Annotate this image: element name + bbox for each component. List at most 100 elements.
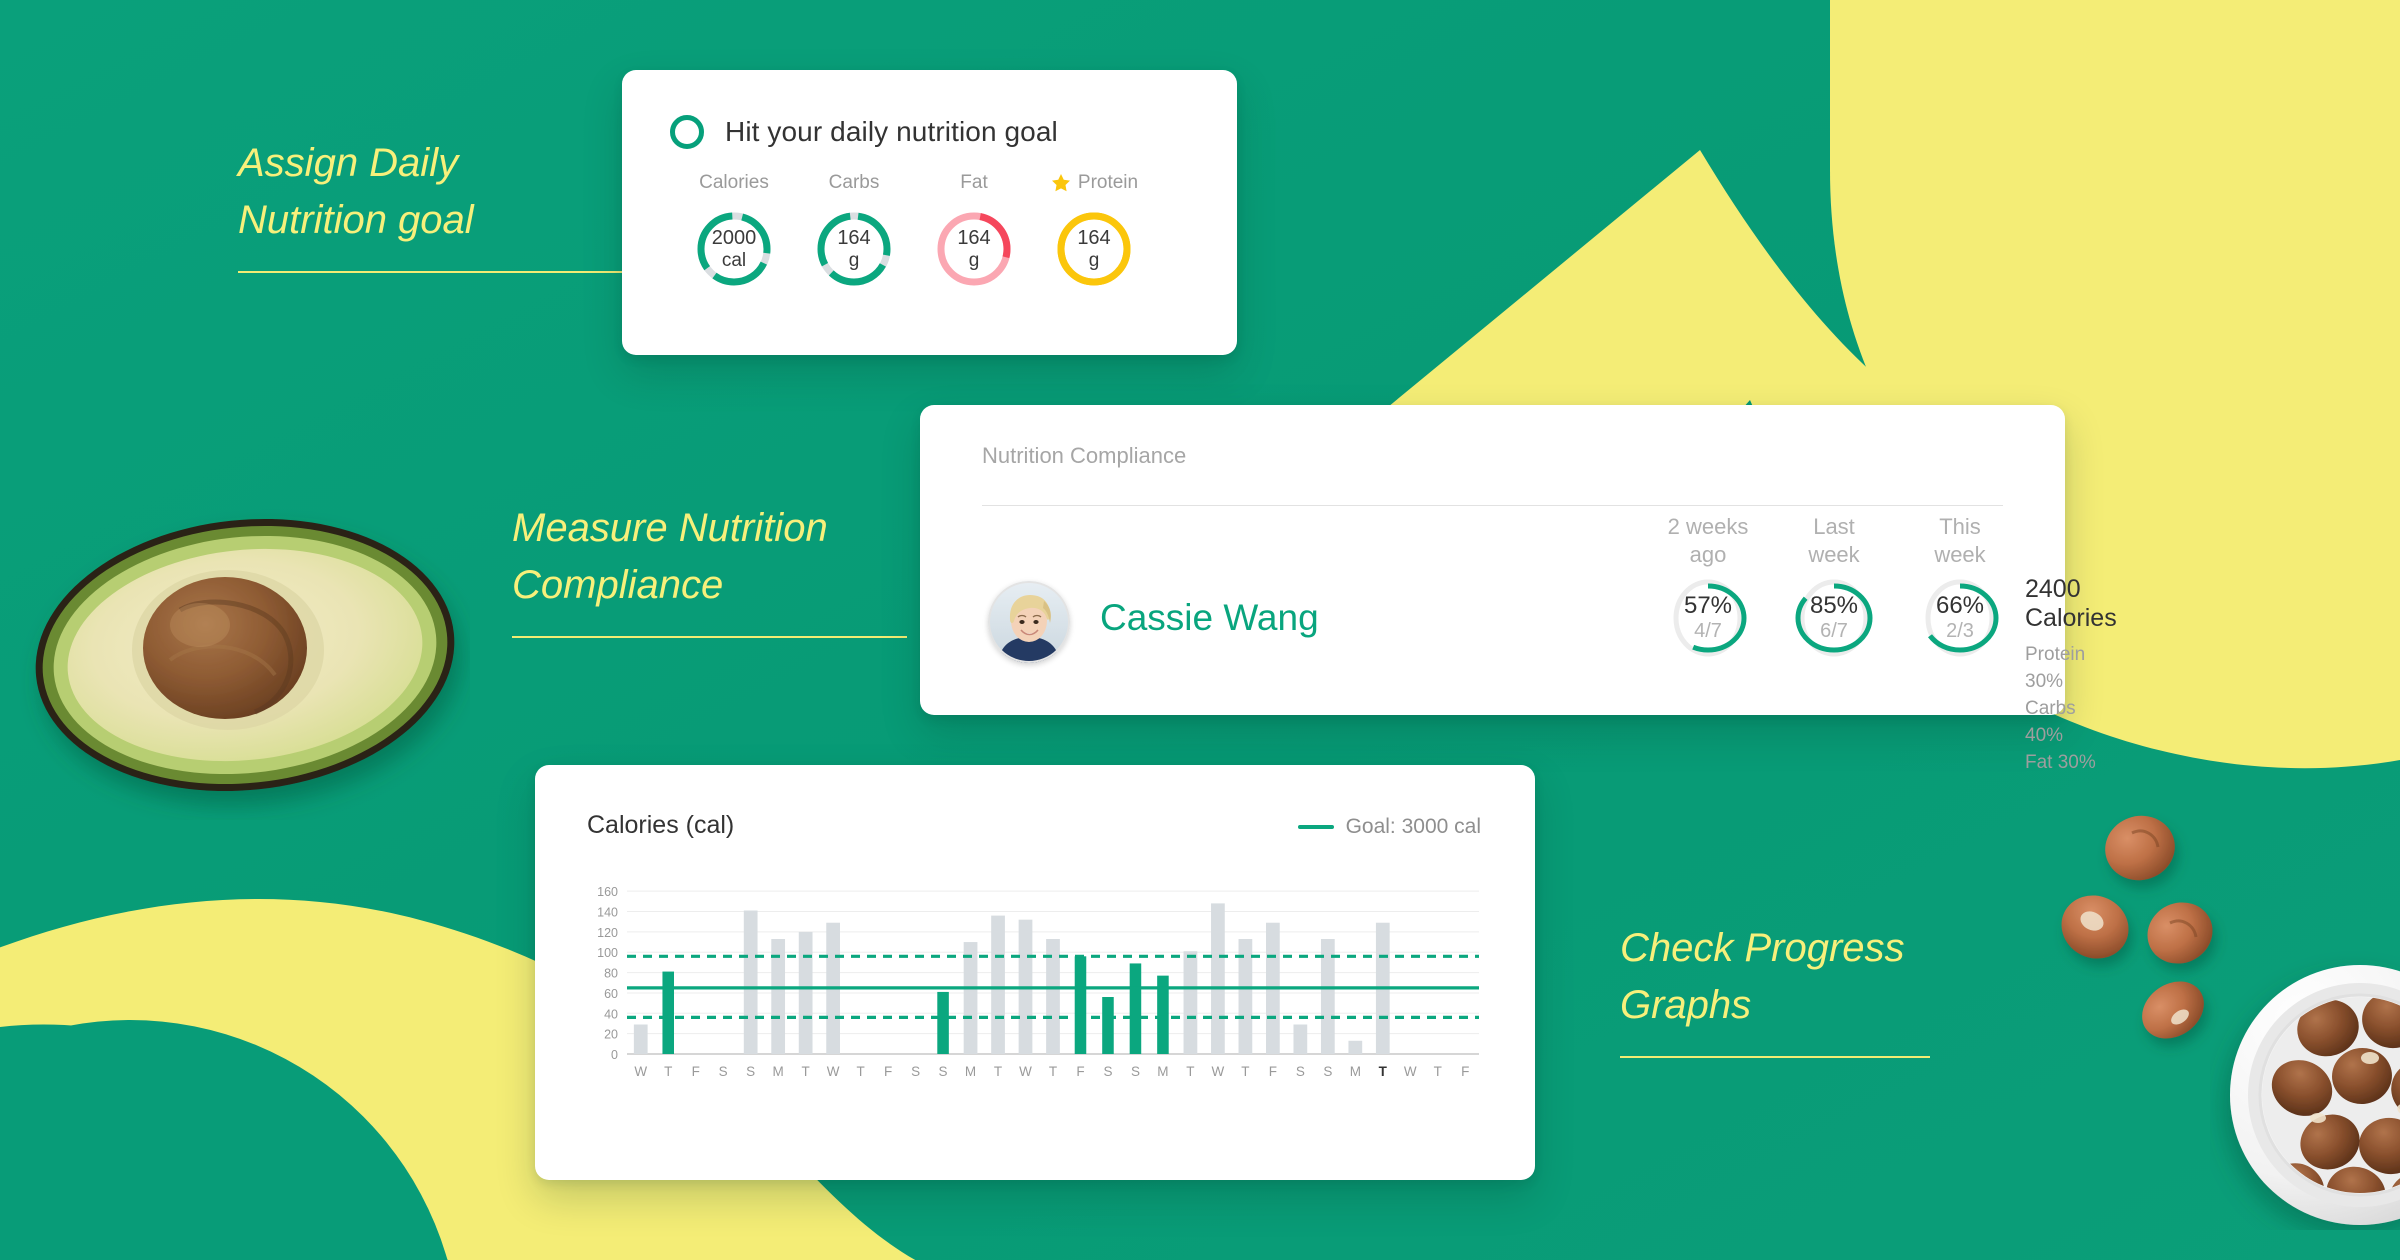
ring-fraction: 6/7: [1820, 620, 1848, 643]
calories-chart-card: Calories (cal) Goal: 3000 cal 0 20 40 60 80 1…: [535, 765, 1535, 1180]
x-tick-label: W: [1212, 1064, 1225, 1079]
x-tick-label: F: [1076, 1064, 1084, 1079]
poster-stage: Assign Daily Nutrition goal Measure Nutr…: [0, 0, 2400, 1260]
header-line-1: Last: [1813, 514, 1855, 539]
goal-header: Hit your daily nutrition goal: [622, 70, 1237, 149]
compliance-rings: 57% 4/7 85% 6/7 66% 2/3: [1645, 575, 2023, 661]
bar-chart: 0 20 40 60 80 100 120 140 160 W T F S S M T W T F S S M T W T F S S…: [587, 875, 1485, 1090]
compliance-column-header: Last week: [1771, 513, 1897, 568]
macro-value: 2000: [711, 227, 757, 250]
callout-measure-nutrition-compliance: Measure Nutrition Compliance: [512, 500, 907, 639]
nutrition-goal-card: Hit your daily nutrition goal Calories 20…: [622, 70, 1237, 355]
x-tick-label: M: [965, 1064, 976, 1079]
ring-text: 66% 2/3: [1921, 575, 1999, 661]
callout-underline: [512, 636, 907, 639]
hazelnut-bowl-photo: [2230, 965, 2400, 1225]
callout-line-1: Measure Nutrition: [512, 506, 828, 550]
compliance-ring-2: 85% 6/7: [1771, 575, 1897, 661]
macro-ring: 164 g: [813, 208, 895, 290]
nutrition-compliance-card: Nutrition Compliance 2 weeks ago Last week T…: [920, 405, 2117, 773]
chart-bar: [633, 1024, 648, 1054]
x-tick-label: T: [664, 1064, 672, 1079]
chart-title: Calories (cal): [587, 811, 735, 839]
ring-percent: 66%: [1935, 592, 1985, 620]
header-line-2: week: [1808, 541, 1860, 567]
macro-protein: Protein 164 g: [1034, 171, 1154, 290]
chart-bar: [743, 910, 758, 1054]
summary-fat: Fat 30%: [2025, 751, 2096, 773]
x-tick-label: T: [1241, 1064, 1249, 1079]
macro-label-text: Fat: [960, 172, 988, 193]
macro-value: 164: [957, 227, 991, 250]
macro-label: Calories: [699, 171, 769, 195]
progress-ring: 66% 2/3: [1921, 575, 1999, 661]
callout-line-1: Check Progress: [1620, 926, 1905, 970]
circle-outline-icon[interactable]: [670, 115, 704, 149]
callout-assign-daily-nutrition-goal: Assign Daily Nutrition goal: [238, 135, 633, 274]
macro-unit: g: [1088, 249, 1100, 271]
chart-svg: 0 20 40 60 80 100 120 140 160 W T F S S M T W T F S S M T W T F S S…: [597, 885, 1479, 1079]
x-tick-label: T: [1186, 1064, 1194, 1079]
compliance-body: 2 weeks ago Last week This week Cassie W…: [920, 513, 2117, 773]
progress-ring: 57% 4/7: [1669, 575, 1747, 661]
callout-underline: [1620, 1056, 1930, 1059]
macro-ring: 164 g: [933, 208, 1015, 290]
y-tick-label: 140: [597, 906, 618, 920]
macro-label-text: Carbs: [828, 172, 880, 193]
callout-line-2: Graphs: [1620, 983, 1752, 1028]
callout-line-1: Assign Daily: [238, 141, 459, 185]
macro-fat: Fat 164 g: [914, 171, 1034, 290]
macro-unit: g: [848, 249, 860, 271]
chart-bar: [963, 942, 978, 1054]
header-line-1: This: [1939, 514, 1981, 539]
x-tick-label: W: [1019, 1064, 1032, 1079]
compliance-column-header: This week: [1897, 513, 2023, 568]
callout-check-progress-graphs: Check Progress Graphs: [1620, 920, 1930, 1059]
goal-title: Hit your daily nutrition goal: [725, 116, 1058, 147]
x-tick-label: W: [827, 1064, 840, 1079]
x-tick-label: W: [634, 1064, 647, 1079]
x-tick-label: F: [1461, 1064, 1469, 1079]
x-tick-label: S: [1131, 1064, 1140, 1079]
x-tick-label: F: [692, 1064, 700, 1079]
macro-ring-text: 164 g: [1053, 208, 1135, 290]
chart-bar: [1183, 951, 1198, 1054]
ring-fraction: 4/7: [1694, 620, 1722, 643]
header-line-2: ago: [1689, 541, 1727, 567]
macro-ring: 2000 cal: [693, 208, 775, 290]
x-tick-label: T: [802, 1064, 810, 1079]
divider: [982, 505, 2003, 506]
x-tick-label: T: [1434, 1064, 1442, 1079]
macro-calories: Calories 2000 cal: [674, 171, 794, 290]
callout-line-2: Nutrition goal: [238, 198, 474, 243]
chart-bar: [1129, 963, 1142, 1054]
y-tick-label: 60: [604, 987, 618, 1001]
user-avatar-photo: [988, 581, 1070, 663]
avatar[interactable]: [988, 581, 1070, 663]
macro-label: Carbs: [829, 171, 880, 195]
ring-text: 57% 4/7: [1669, 575, 1747, 661]
macro-ring: 164 g: [1053, 208, 1135, 290]
x-tick-label: S: [1323, 1064, 1332, 1079]
summary-calories: 2400 Calories: [2025, 575, 2117, 632]
legend-label: Goal: 3000 cal: [1345, 815, 1481, 838]
macro-ring-text: 164 g: [933, 208, 1015, 290]
person-name: Cassie Wang: [1100, 597, 1319, 638]
ring-percent: 57%: [1683, 592, 1733, 620]
macro-value: 164: [1077, 227, 1111, 250]
ring-percent: 85%: [1809, 592, 1859, 620]
compliance-column-headers: 2 weeks ago Last week This week: [1645, 513, 2023, 568]
callout-line-2: Compliance: [512, 563, 724, 608]
ring-fraction: 2/3: [1946, 620, 1974, 643]
x-tick-label: F: [1269, 1064, 1277, 1079]
macro-unit: cal: [721, 249, 747, 271]
compliance-ring-1: 57% 4/7: [1645, 575, 1771, 661]
compliance-summary: 2400 Calories Protein 30% Carbs 40% Fat …: [2025, 575, 2117, 777]
star-icon: [1051, 174, 1070, 192]
y-tick-label: 120: [597, 926, 618, 940]
x-tick-label: S: [939, 1064, 948, 1079]
y-tick-label: 80: [604, 967, 618, 981]
chart-bar: [662, 971, 674, 1054]
macro-label-text: Protein: [1077, 172, 1139, 193]
callout-underline: [238, 271, 633, 274]
